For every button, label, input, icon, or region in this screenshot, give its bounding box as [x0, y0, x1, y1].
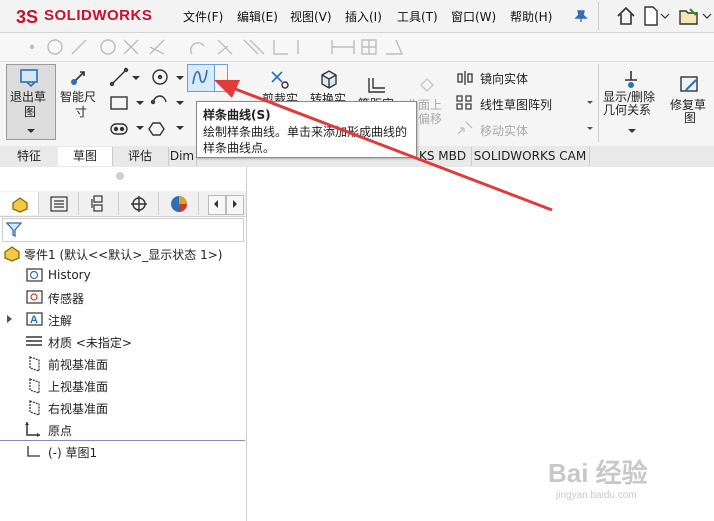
tab-sketch[interactable]: 草图	[58, 147, 113, 166]
svg-text:3S: 3S	[16, 7, 38, 27]
mirror-entities-label[interactable]: 镜向实体	[480, 70, 528, 87]
svg-text:A: A	[30, 314, 38, 326]
move-entities-label[interactable]: 移动实体	[480, 122, 528, 139]
sketch-quick-toolbar-icons[interactable]	[6, 36, 416, 58]
offset-on-surface-icon	[420, 78, 434, 92]
origin-icon	[25, 422, 40, 437]
chevron-right-icon	[233, 200, 237, 208]
part-icon	[12, 197, 28, 213]
display-delete-relations-icon	[625, 71, 637, 88]
chevron-down-icon[interactable]	[586, 126, 594, 132]
sensor-icon	[26, 290, 43, 304]
tree-item-history[interactable]: History	[48, 268, 91, 282]
tree-root-part[interactable]: 零件1 (默认<<默认>_显示状态 1>)	[24, 246, 222, 263]
spline-dropdown[interactable]	[213, 64, 228, 92]
watermark-url: jingyan.baidu.com	[556, 490, 637, 501]
configuration-icon	[91, 195, 103, 212]
watermark-logo: Bai 经验	[548, 458, 648, 488]
appearance-icon	[171, 196, 187, 212]
tab-features[interactable]: 特征	[0, 147, 59, 166]
property-list-icon	[50, 196, 68, 212]
chevron-down-icon[interactable]	[702, 12, 712, 20]
trim-entities-icon	[271, 71, 289, 89]
crosshair-icon	[131, 196, 147, 212]
plane-icon	[29, 378, 40, 394]
expand-arrow-icon[interactable]	[6, 314, 14, 324]
material-icon	[26, 336, 42, 346]
menu-tools[interactable]: 工具(T)	[397, 8, 438, 25]
menu-insert[interactable]: 插入(I)	[345, 8, 382, 25]
repair-sketch-label-2[interactable]: 图	[684, 109, 696, 126]
menu-view[interactable]: 视图(V)	[290, 8, 332, 25]
repair-sketch-icon	[680, 76, 698, 92]
menu-file[interactable]: 文件(F)	[183, 8, 223, 25]
separator	[598, 2, 599, 30]
sketch-icon	[27, 446, 40, 457]
move-entities-icon	[457, 121, 473, 135]
separator	[598, 64, 599, 142]
chevron-left-icon	[214, 200, 218, 208]
chevron-down-icon[interactable]	[26, 128, 36, 134]
part-icon	[4, 246, 20, 262]
chevron-down-icon[interactable]	[586, 100, 594, 106]
spline-tooltip: 样条曲线(S) 绘制样条曲线。单击来添加形成曲线的样条曲线点。	[196, 101, 417, 158]
plane-icon	[29, 356, 40, 372]
tree-item-top-plane[interactable]: 上视基准面	[48, 378, 108, 395]
smart-dimension-label-2[interactable]: 寸	[75, 103, 87, 120]
mirror-entities-icon	[457, 71, 473, 85]
menu-edit[interactable]: 编辑(E)	[237, 8, 278, 25]
tree-item-annotations[interactable]: 注解	[48, 312, 72, 329]
plane-icon	[29, 400, 40, 416]
tab-mbd[interactable]: KS MBD	[415, 147, 472, 166]
tree-item-material[interactable]: 材质 <未指定>	[48, 334, 132, 351]
tab-evaluate[interactable]: 评估	[112, 147, 169, 166]
offset-entities-icon	[368, 78, 385, 93]
convert-entities-icon	[321, 70, 337, 89]
tree-item-sensors[interactable]: 传感器	[48, 290, 84, 307]
menu-window[interactable]: 窗口(W)	[451, 8, 496, 25]
tree-item-front-plane[interactable]: 前视基准面	[48, 356, 108, 373]
spline-icon	[192, 69, 208, 85]
tree-item-right-plane[interactable]: 右视基准面	[48, 400, 108, 417]
new-document-icon[interactable]	[642, 6, 660, 26]
tooltip-title: 样条曲线(S)	[203, 108, 271, 122]
filter-icon	[6, 222, 22, 237]
tooltip-description: 绘制样条曲线。单击来添加形成曲线的样条曲线点。	[203, 125, 408, 155]
home-icon[interactable]	[615, 5, 637, 27]
open-document-icon[interactable]	[678, 5, 700, 27]
tree-item-origin[interactable]: 原点	[48, 422, 72, 439]
tree-item-sketch1[interactable]: (-) 草图1	[48, 444, 97, 461]
annotations-icon: A	[26, 312, 43, 326]
pin-icon[interactable]	[574, 9, 588, 23]
solidworks-logo-icon: 3S	[16, 7, 38, 27]
tab-cam[interactable]: SOLIDWORKS CAM	[471, 147, 590, 166]
exit-sketch-label-2: 图	[24, 105, 37, 119]
exit-sketch-icon	[20, 69, 38, 87]
history-icon	[26, 268, 43, 282]
app-logo-text: SOLIDWORKS	[44, 7, 153, 24]
offset-on-surface-label-2[interactable]: 偏移	[418, 110, 442, 127]
rollback-bar[interactable]	[0, 440, 245, 441]
smart-dimension-icon	[71, 71, 85, 85]
chevron-down-icon[interactable]	[660, 12, 670, 20]
linear-pattern-label[interactable]: 线性草图阵列	[480, 96, 552, 113]
menu-help[interactable]: 帮助(H)	[510, 8, 552, 25]
tree-filter-box[interactable]	[2, 218, 244, 242]
chevron-down-icon[interactable]	[627, 128, 637, 134]
display-delete-relations-label-2[interactable]: 几何关系	[603, 101, 651, 118]
panel-grip[interactable]	[116, 172, 124, 180]
linear-pattern-icon	[456, 95, 472, 110]
tab-dimxpert[interactable]: Dim	[168, 147, 197, 166]
